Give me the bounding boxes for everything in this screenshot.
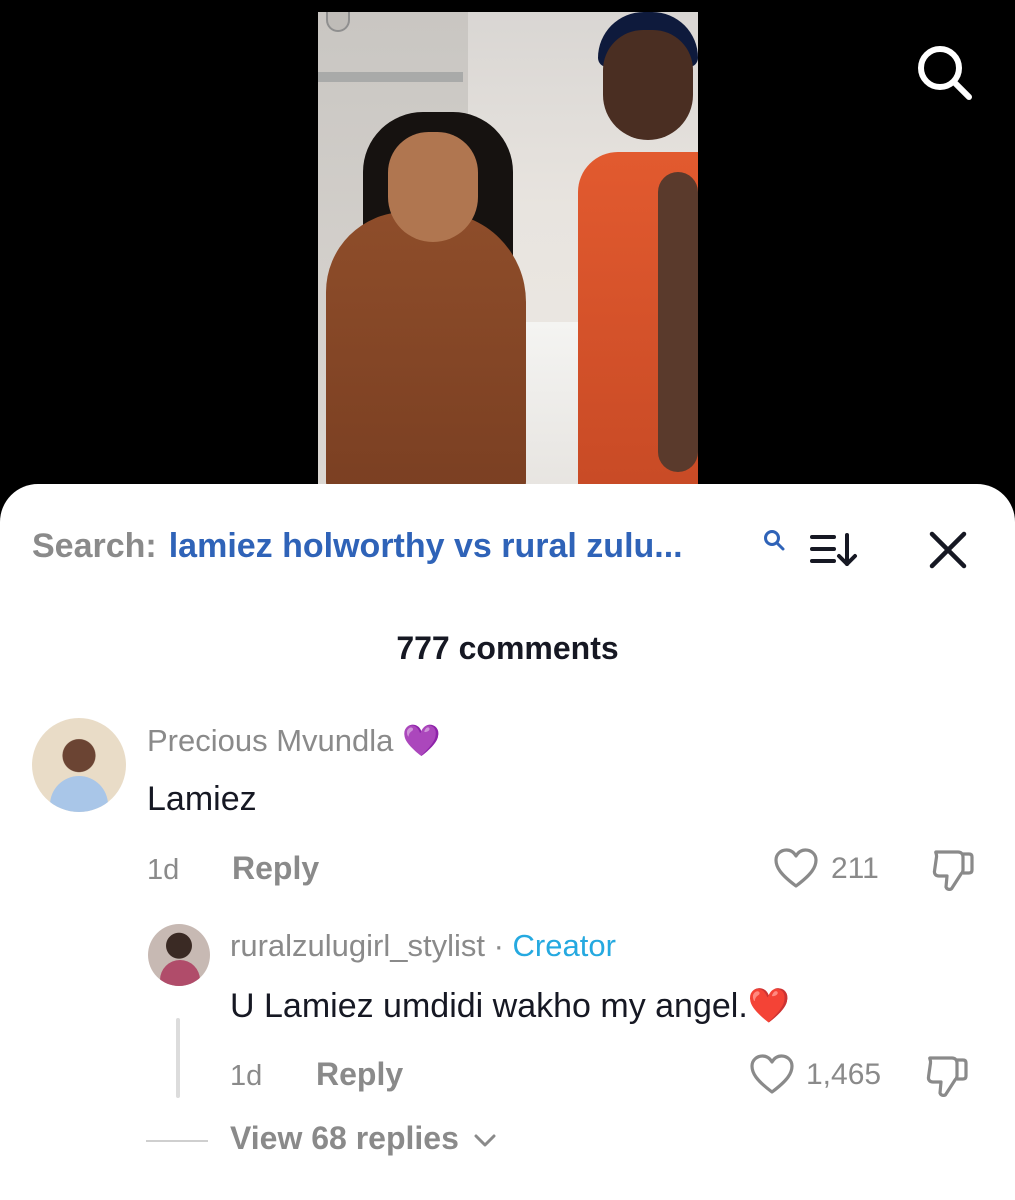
purple-heart-emoji: 💜 <box>402 723 441 758</box>
search-icon[interactable] <box>762 528 786 552</box>
like-count: 1,465 <box>806 1058 882 1091</box>
thumbs-down-icon[interactable] <box>930 848 976 894</box>
reply-time: 1d <box>230 1060 263 1092</box>
thread-line <box>176 1018 180 1098</box>
comments-screen: Search: lamiez holworthy vs rural zulu..… <box>0 0 1015 1200</box>
search-query[interactable]: lamiez holworthy vs rural zulu... <box>169 527 683 566</box>
video-person-left-body <box>326 212 526 502</box>
view-replies-divider <box>146 1140 208 1142</box>
search-icon[interactable] <box>914 42 974 102</box>
comment-count: 777 comments <box>396 630 619 666</box>
sort-icon[interactable] <box>810 532 858 568</box>
close-icon[interactable] <box>926 528 970 572</box>
view-replies-label[interactable]: View 68 replies <box>230 1120 459 1156</box>
search-label: Search: <box>32 526 157 565</box>
comment-text: Lamiez <box>147 780 257 818</box>
video-person-right-arm <box>658 172 698 472</box>
video-person-left-head <box>388 132 478 242</box>
separator-dot: · <box>493 928 504 963</box>
chevron-down-icon[interactable] <box>474 1134 496 1148</box>
reply-text: U Lamiez umdidi wakho my angel.❤️ <box>230 986 790 1026</box>
comments-sheet: Search: lamiez holworthy vs rural zulu..… <box>0 484 1015 1200</box>
comment-username-text[interactable]: Precious Mvundla <box>147 723 393 758</box>
comment-username[interactable]: Precious Mvundla 💜 <box>147 722 441 759</box>
video-preview[interactable] <box>318 12 698 502</box>
thumbs-down-icon[interactable] <box>924 1054 970 1100</box>
view-replies-button[interactable]: View 68 replies <box>230 1120 496 1157</box>
heart-icon[interactable] <box>750 1054 794 1096</box>
reply-username-text[interactable]: ruralzulugirl_stylist <box>230 928 485 963</box>
creator-badge: Creator <box>512 928 616 963</box>
video-shelf <box>318 72 463 82</box>
avatar[interactable] <box>148 924 210 986</box>
heart-icon[interactable] <box>774 848 818 890</box>
reply-text-body: U Lamiez umdidi wakho my angel. <box>230 987 748 1025</box>
red-heart-emoji: ❤️ <box>747 987 791 1025</box>
reply-button[interactable]: Reply <box>316 1056 403 1093</box>
video-person-right-head <box>603 30 693 140</box>
search-bar[interactable]: Search: lamiez holworthy vs rural zulu..… <box>32 526 683 566</box>
avatar[interactable] <box>32 718 126 812</box>
like-count: 211 <box>831 852 879 885</box>
comment-time: 1d <box>147 854 180 886</box>
reply-username[interactable]: ruralzulugirl_stylist · Creator <box>230 928 616 964</box>
reply-button[interactable]: Reply <box>232 850 319 887</box>
